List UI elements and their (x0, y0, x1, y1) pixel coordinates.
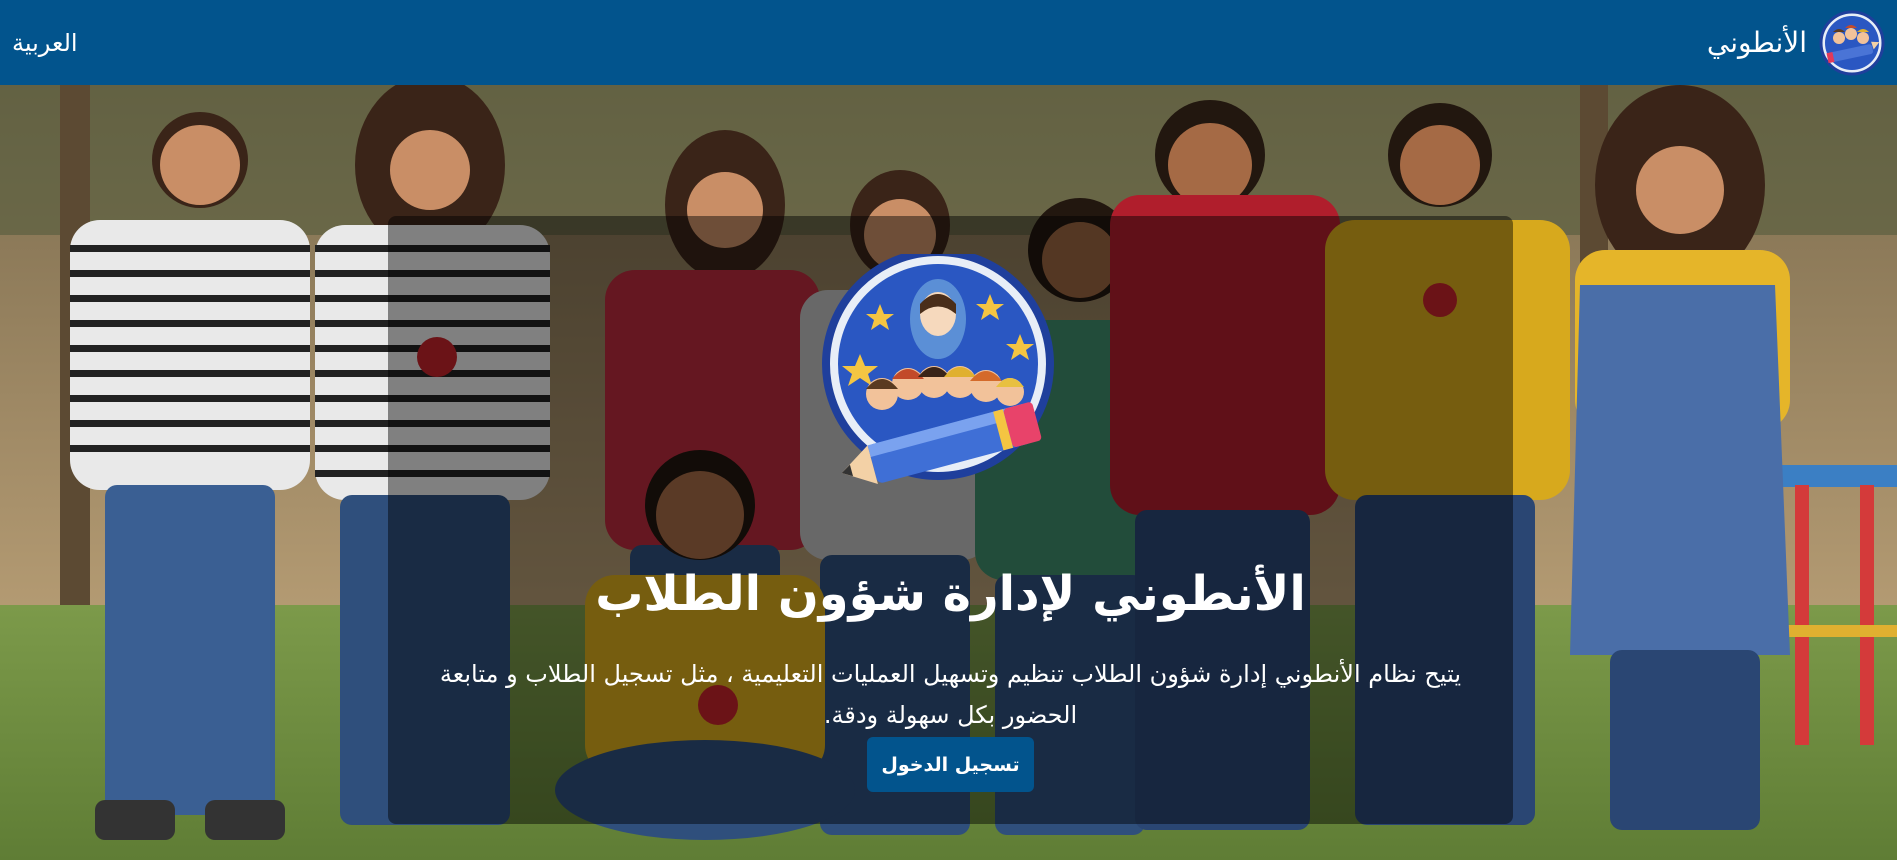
language-switch-link[interactable]: العربية (12, 29, 78, 57)
hero-title: الأنطوني لإدارة شؤون الطلاب (595, 566, 1306, 622)
brand-logo-icon (1819, 10, 1885, 75)
top-navbar: العربية الأنطوني (0, 0, 1897, 85)
hero-overlay-card: الأنطوني لإدارة شؤون الطلاب يتيح نظام ال… (388, 216, 1513, 824)
hero-section: الأنطوني لإدارة شؤون الطلاب يتيح نظام ال… (0, 85, 1897, 860)
virgin-mary-kids-pencil-logo-icon (822, 254, 1054, 485)
brand-home-link[interactable]: الأنطوني (1707, 10, 1885, 76)
brand-name: الأنطوني (1706, 26, 1807, 59)
login-button[interactable]: تسجيل الدخول (867, 737, 1034, 792)
hero-description: يتيح نظام الأنطوني إدارة شؤون الطلاب تنظ… (439, 660, 1462, 729)
